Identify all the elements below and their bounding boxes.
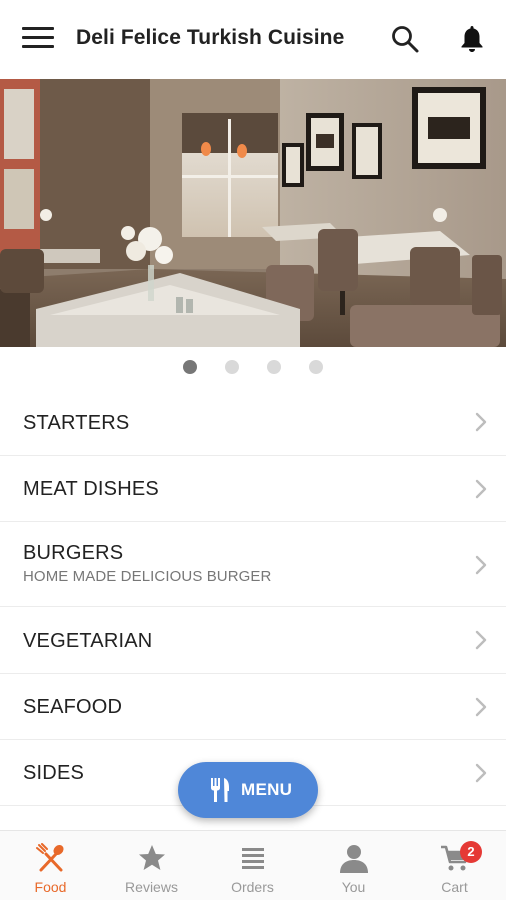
carousel-indicator — [0, 358, 506, 376]
carousel-dot[interactable] — [309, 360, 323, 374]
category-label: SIDES — [23, 762, 85, 784]
category-label: MEAT DISHES — [23, 478, 159, 500]
chevron-right-icon — [475, 630, 487, 650]
bell-icon[interactable] — [456, 22, 488, 54]
app-bar: Deli Felice Turkish Cuisine — [0, 0, 506, 78]
menu-fab-button[interactable]: MENU — [178, 762, 318, 818]
category-row-burgers[interactable]: BURGERS HOME MADE DELICIOUS BURGER — [0, 522, 506, 607]
chevron-right-icon — [475, 479, 487, 499]
list-icon — [242, 848, 264, 869]
person-icon — [340, 845, 368, 873]
menu-fab-label: MENU — [241, 780, 293, 799]
category-label: SEAFOOD — [23, 696, 123, 718]
nav-tab-label: Orders — [231, 879, 274, 895]
carousel-dot[interactable] — [225, 360, 239, 374]
hero-image[interactable] — [0, 79, 506, 347]
nav-tab-label: Cart — [441, 879, 468, 895]
bottom-navigation: Food Reviews Orders You 2 Cart — [0, 830, 506, 900]
search-icon[interactable] — [390, 24, 420, 54]
category-label: STARTERS — [23, 412, 130, 434]
cart-badge: 2 — [460, 841, 482, 863]
star-icon — [139, 845, 165, 870]
nav-tab-label: Reviews — [125, 879, 178, 895]
nav-tab-label: Food — [34, 879, 67, 895]
chevron-right-icon — [475, 697, 487, 717]
nav-tab-orders[interactable]: Orders — [202, 831, 303, 900]
category-row-seafood[interactable]: SEAFOOD — [0, 674, 506, 740]
category-list: STARTERS MEAT DISHES BURGERS HOME MADE D… — [0, 389, 506, 806]
nav-tab-food[interactable]: Food — [0, 831, 101, 900]
category-row-meat-dishes[interactable]: MEAT DISHES — [0, 456, 506, 522]
page-title: Deli Felice Turkish Cuisine — [76, 26, 345, 49]
category-label: VEGETARIAN — [23, 630, 153, 652]
nav-tab-reviews[interactable]: Reviews — [101, 831, 202, 900]
category-subtitle: HOME MADE DELICIOUS BURGER — [23, 568, 272, 585]
carousel-dot[interactable] — [267, 360, 281, 374]
fork-spoon-icon — [36, 843, 64, 872]
chevron-right-icon — [475, 412, 487, 432]
chevron-right-icon — [475, 763, 487, 783]
carousel-dot[interactable] — [183, 360, 197, 374]
category-row-starters[interactable]: STARTERS — [0, 389, 506, 456]
nav-tab-label: You — [341, 879, 366, 895]
category-row-vegetarian[interactable]: VEGETARIAN — [0, 607, 506, 674]
hamburger-icon[interactable] — [22, 27, 54, 51]
chevron-right-icon — [475, 555, 487, 575]
nav-tab-cart[interactable]: 2 Cart — [404, 831, 505, 900]
fork-knife-icon — [211, 778, 229, 802]
category-label: BURGERS — [23, 542, 124, 564]
nav-tab-you[interactable]: You — [303, 831, 404, 900]
